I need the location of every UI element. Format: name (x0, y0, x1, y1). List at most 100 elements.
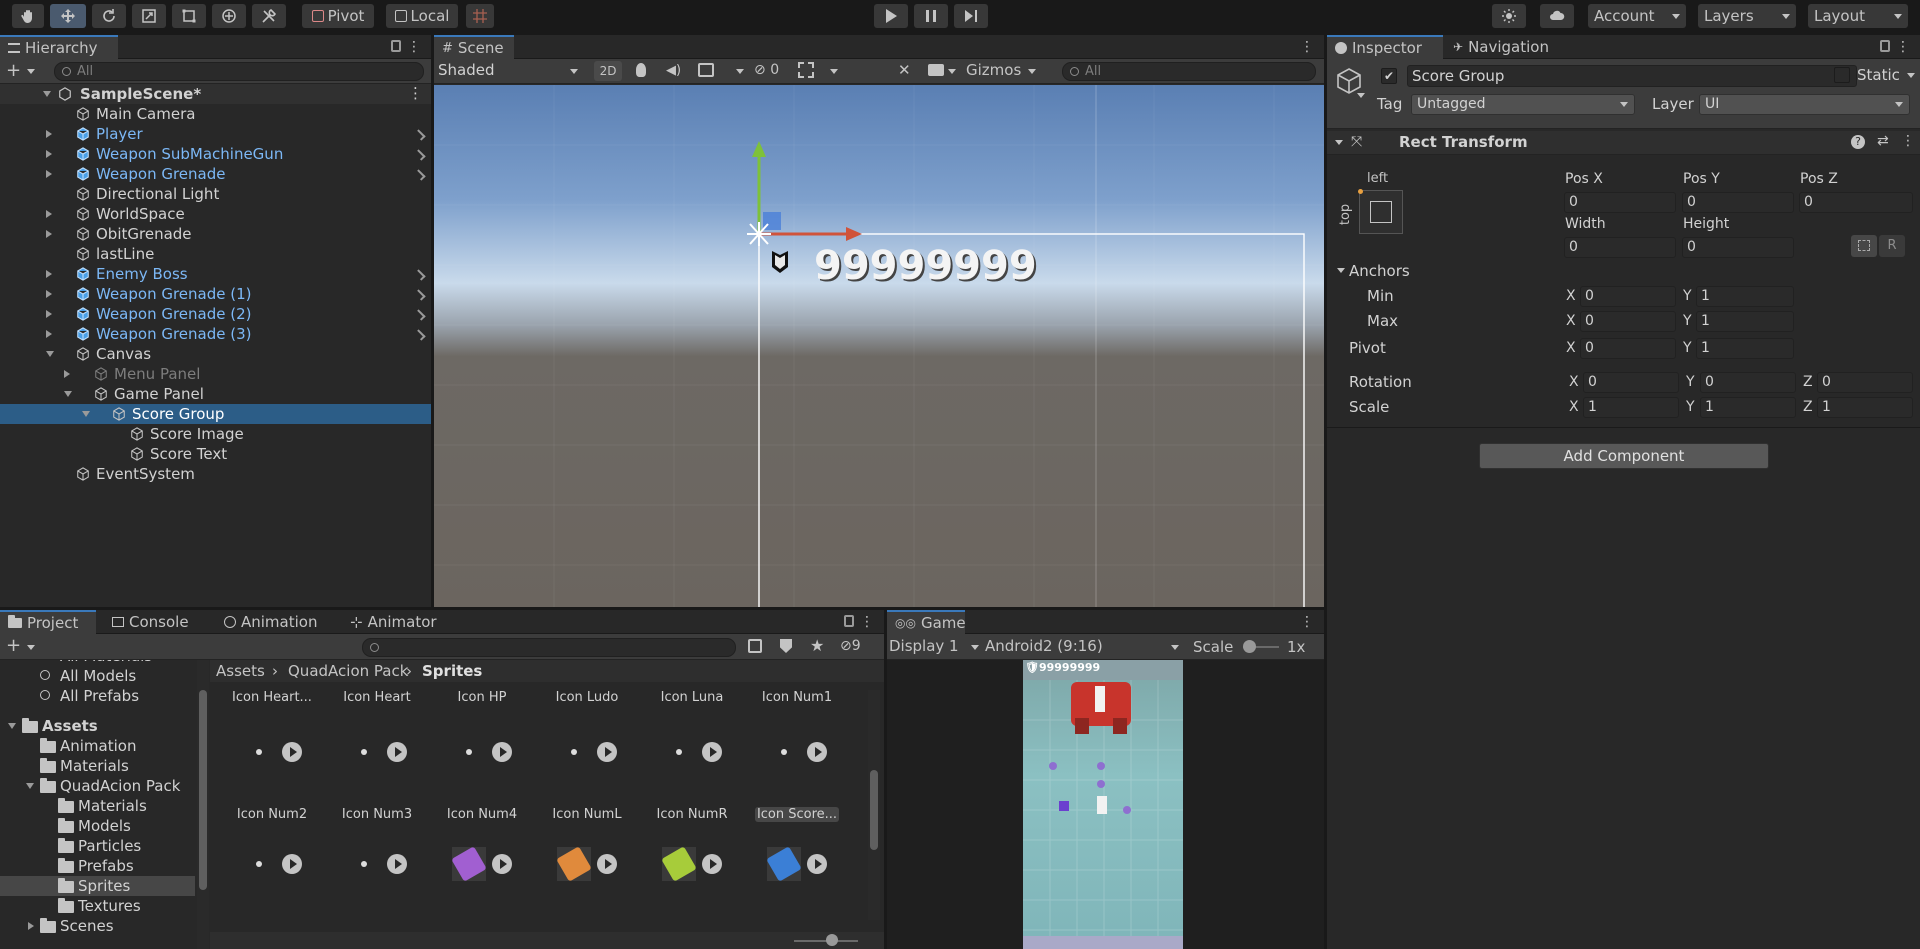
breadcrumb-quadacion[interactable]: QuadAcion Pack (288, 662, 408, 680)
static-checkbox[interactable] (1834, 67, 1850, 83)
create-chevron-icon[interactable] (27, 645, 35, 650)
cloud-button[interactable] (1540, 4, 1574, 28)
sprite-thumbnail[interactable] (242, 847, 276, 881)
play-icon[interactable] (492, 854, 512, 874)
raw-edit-button[interactable]: R (1879, 235, 1905, 257)
asset-item-label[interactable]: Icon Score... (755, 807, 839, 822)
hidden-packages-toggle[interactable]: ⊘9 (840, 638, 861, 654)
shading-mode-dropdown[interactable]: Shaded (438, 61, 582, 81)
project-search-input[interactable] (362, 638, 736, 657)
step-button[interactable] (954, 4, 988, 28)
scale-z-input[interactable]: 1 (1817, 397, 1913, 418)
tab-project[interactable]: Project (0, 610, 96, 634)
pos-y-input[interactable]: 0 (1682, 192, 1794, 213)
rect-tool-button[interactable] (172, 4, 206, 28)
play-icon[interactable] (807, 742, 827, 762)
display-dropdown[interactable]: Display 1 (889, 637, 981, 657)
fold-arrow-icon[interactable] (82, 411, 90, 417)
layout-dropdown[interactable]: Layout (1808, 4, 1908, 28)
tab-animation[interactable]: Animation (216, 610, 326, 634)
hierarchy-item[interactable]: Canvas (0, 344, 431, 364)
active-checkbox[interactable]: ✔ (1381, 68, 1397, 84)
project-tree-item[interactable]: All Models (0, 666, 195, 686)
chevron-right-icon[interactable] (414, 329, 426, 341)
sprite-thumbnail[interactable] (662, 735, 696, 769)
camera-icon[interactable] (928, 64, 944, 76)
lock-icon[interactable] (391, 40, 401, 52)
visibility-toggle[interactable]: ⊘ 0 (754, 62, 779, 78)
create-chevron-icon[interactable] (27, 69, 35, 74)
2d-toggle[interactable]: 2D (594, 61, 622, 81)
fold-arrow-icon[interactable] (46, 150, 52, 158)
move-tool-button[interactable] (50, 4, 86, 28)
rotation-x-input[interactable]: 0 (1583, 372, 1679, 393)
anchor-min-x-input[interactable]: 0 (1580, 286, 1676, 307)
scale-x-input[interactable]: 1 (1583, 397, 1679, 418)
asset-item-label[interactable]: Icon Ludo (537, 690, 637, 705)
hierarchy-item[interactable]: Game Panel (0, 384, 431, 404)
asset-item-label[interactable]: Icon NumR (642, 807, 742, 822)
sprite-thumbnail[interactable] (661, 846, 697, 882)
hierarchy-item[interactable]: ObitGrenade (0, 224, 431, 244)
fold-arrow-icon[interactable] (46, 170, 52, 178)
height-input[interactable]: 0 (1682, 237, 1794, 258)
transform-tool-button[interactable] (212, 4, 246, 28)
asset-item-label[interactable]: Icon Heart (327, 690, 427, 705)
project-tree-item[interactable]: Materials (0, 796, 195, 816)
play-icon[interactable] (387, 742, 407, 762)
hierarchy-item[interactable]: Score Group (0, 404, 431, 424)
services-button[interactable] (1492, 4, 1526, 28)
hierarchy-item[interactable]: Menu Panel (0, 364, 431, 384)
scale-tool-button[interactable] (132, 4, 166, 28)
sprite-thumbnail[interactable] (242, 735, 276, 769)
grid-visibility-icon[interactable] (798, 62, 814, 78)
add-component-button[interactable]: Add Component (1479, 443, 1769, 469)
project-tree-item[interactable]: Assets (0, 716, 195, 736)
help-icon[interactable]: ? (1851, 135, 1865, 149)
chevron-down-icon[interactable] (830, 69, 838, 74)
asset-item-label[interactable]: Icon Heart... (222, 690, 322, 705)
play-icon[interactable] (702, 742, 722, 762)
chevron-right-icon[interactable] (414, 269, 426, 281)
create-plus-icon[interactable]: + (6, 60, 21, 81)
anchor-presets-button[interactable] (1358, 189, 1403, 234)
sprite-thumbnail[interactable] (766, 846, 802, 882)
anchor-max-y-input[interactable]: 1 (1696, 311, 1794, 332)
panel-menu-icon[interactable]: ⋮ (407, 39, 421, 55)
fold-arrow-icon[interactable] (46, 210, 52, 218)
panel-menu-icon[interactable]: ⋮ (1300, 39, 1314, 55)
tools-wrench-icon[interactable]: ✕ (898, 61, 911, 79)
scale-y-input[interactable]: 1 (1700, 397, 1796, 418)
asset-item-label[interactable]: Icon Num4 (432, 807, 532, 822)
project-tree-item[interactable]: Materials (0, 756, 195, 776)
presets-icon[interactable]: ⇄ (1877, 133, 1889, 149)
asset-item-label[interactable]: Icon Num2 (222, 807, 322, 822)
object-name-input[interactable]: Score Group (1407, 65, 1857, 87)
scene-row[interactable]: SampleScene* ⋮ (0, 84, 431, 104)
project-tree-item[interactable]: Particles (0, 836, 195, 856)
anchor-max-x-input[interactable]: 0 (1580, 311, 1676, 332)
hierarchy-item[interactable]: Score Text (0, 444, 431, 464)
fold-arrow-icon[interactable] (46, 230, 52, 238)
project-tree-item[interactable]: Models (0, 816, 195, 836)
pause-button[interactable] (914, 4, 948, 28)
width-input[interactable]: 0 (1564, 237, 1676, 258)
scene-search-input[interactable]: All (1062, 62, 1316, 81)
tab-console[interactable]: Console (104, 610, 200, 634)
tag-dropdown[interactable]: Untagged (1411, 94, 1635, 115)
tab-game[interactable]: ◎◎ Game (887, 610, 966, 634)
tab-scene[interactable]: # Scene (434, 35, 514, 59)
asset-item-label[interactable]: Icon Num3 (327, 807, 427, 822)
create-plus-icon[interactable]: + (6, 635, 21, 656)
asset-item-label[interactable]: Icon Num1 (747, 690, 847, 705)
hierarchy-item[interactable]: Weapon Grenade (1) (0, 284, 431, 304)
scene-menu-icon[interactable]: ⋮ (408, 84, 423, 102)
sprite-thumbnail[interactable] (556, 846, 592, 882)
fold-arrow-icon[interactable] (28, 922, 34, 930)
hierarchy-item[interactable]: Weapon Grenade (2) (0, 304, 431, 324)
pivot-y-input[interactable]: 1 (1696, 338, 1794, 359)
fold-arrow-icon[interactable] (46, 330, 52, 338)
hierarchy-item[interactable]: Main Camera (0, 104, 431, 124)
grid-snap-button[interactable] (466, 4, 494, 28)
project-tree-item[interactable]: QuadAcion Pack (0, 776, 195, 796)
